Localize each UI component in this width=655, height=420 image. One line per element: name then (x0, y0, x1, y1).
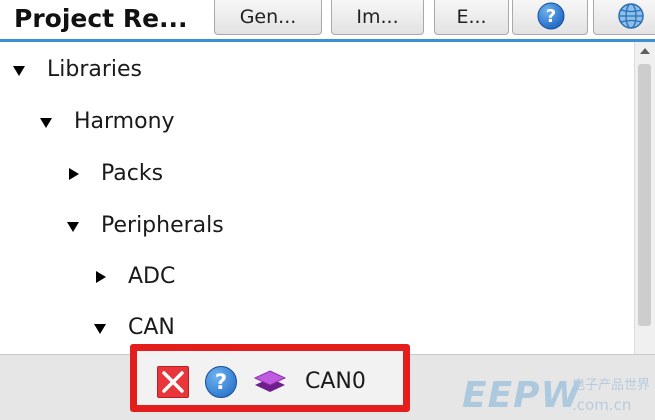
tree-item-label: Libraries (47, 57, 143, 82)
collapse-arrow-icon[interactable] (94, 324, 106, 334)
component-help-button[interactable]: ? (205, 366, 237, 398)
export-button[interactable]: E... (434, 0, 509, 35)
export-button-label: E... (456, 6, 487, 28)
globe-icon (618, 3, 644, 29)
component-instance-label[interactable]: CAN0 (305, 364, 366, 400)
generate-button[interactable]: Gen... (214, 0, 322, 35)
collapse-arrow-icon[interactable] (13, 66, 25, 76)
tree-item-label: ADC (128, 264, 176, 289)
remove-component-button[interactable] (157, 366, 189, 398)
remove-icon (162, 371, 184, 393)
scroll-thumb[interactable] (638, 64, 651, 326)
generate-button-label: Gen... (239, 6, 297, 28)
expand-arrow-icon[interactable] (69, 168, 79, 180)
tree-item-label: CAN (128, 315, 175, 340)
component-tree: Libraries Harmony Packs Peripherals ADC … (0, 42, 634, 354)
tree-item-label: Packs (101, 161, 164, 186)
site-watermark: EEPW 电子产品世界 .com.cn (462, 374, 652, 418)
svg-text:?: ? (546, 6, 556, 27)
tree-item-label: Harmony (74, 109, 175, 134)
import-button-label: Im... (356, 6, 399, 28)
panel-header: Project Re... Gen... Im... E... ? (0, 0, 655, 40)
scroll-up-icon[interactable] (640, 48, 650, 54)
tree-item-packs[interactable]: Packs (0, 154, 634, 194)
help-icon: ? (214, 370, 228, 394)
panel-title: Project Re... (14, 4, 188, 33)
tree-item-harmony[interactable]: Harmony (0, 102, 634, 142)
tree-item-can[interactable]: CAN (0, 308, 634, 348)
collapse-arrow-icon[interactable] (67, 222, 79, 232)
vertical-scrollbar[interactable] (634, 42, 655, 354)
expand-arrow-icon[interactable] (96, 271, 106, 283)
layers-icon[interactable] (252, 366, 288, 398)
tree-item-label: Peripherals (101, 213, 224, 238)
watermark-url: .com.cn (572, 396, 632, 414)
watermark-tagline: 电子产品世界 (572, 378, 651, 393)
tree-item-libraries[interactable]: Libraries (0, 50, 634, 90)
collapse-arrow-icon[interactable] (40, 118, 52, 128)
watermark-logo: EEPW (462, 375, 582, 416)
tree-item-adc[interactable]: ADC (0, 257, 634, 297)
tree-item-peripherals[interactable]: Peripherals (0, 206, 634, 246)
help-icon: ? (537, 2, 565, 30)
import-button[interactable]: Im... (331, 0, 424, 35)
web-button[interactable] (593, 0, 655, 35)
help-button[interactable]: ? (512, 0, 588, 35)
